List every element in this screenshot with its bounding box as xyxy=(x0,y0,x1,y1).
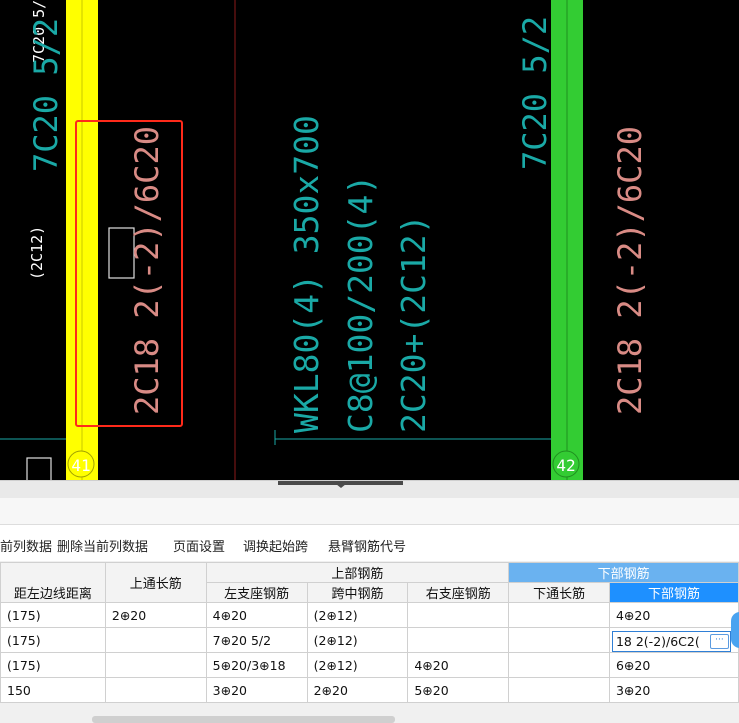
cell-left-seat[interactable]: 3⊕20 xyxy=(205,677,308,703)
table-header-row-1: 距左边线距离 上通长筋 上部钢筋 下部钢筋 xyxy=(0,562,739,603)
cell-lower[interactable]: 6⊕20 xyxy=(608,652,739,678)
cell-bottom-long[interactable] xyxy=(508,652,610,678)
axis-label-41: 41 xyxy=(71,456,90,475)
label-right-main: 2C18 2(-2)/6C20 xyxy=(611,126,649,415)
header-lower: 下部钢筋 xyxy=(608,582,739,603)
cell-left-seat[interactable]: 4⊕20 xyxy=(205,602,308,628)
floating-assistant-button[interactable] xyxy=(731,612,739,648)
axis-label-42: 42 xyxy=(556,456,575,475)
cell-dist[interactable]: 150 xyxy=(0,677,106,703)
cell-right-seat[interactable]: 4⊕20 xyxy=(407,652,510,678)
label-left-small: (2C12) xyxy=(28,226,46,280)
cell-dist[interactable]: (175) xyxy=(0,652,106,678)
header-left-dist: 距左边线距离 xyxy=(0,562,106,603)
label-mid-line2: C8@100/200(4) xyxy=(341,175,380,433)
label-mid-line1: WKL80(4) 350x700 xyxy=(287,115,326,433)
cell-top-long[interactable] xyxy=(104,652,207,678)
header-top-long: 上通长筋 xyxy=(104,562,207,603)
cell-right-seat[interactable] xyxy=(407,627,510,653)
table-row[interactable]: (175) 7⊕20 5/2 (2⊕12) 18 2(-2)/6C2( ··· xyxy=(0,627,739,653)
cell-left-seat[interactable]: 7⊕20 5/2 xyxy=(205,627,308,653)
cell-mid[interactable]: (2⊕12) xyxy=(306,627,409,653)
table-row[interactable]: (175) 2⊕20 4⊕20 (2⊕12) 4⊕20 xyxy=(0,602,739,628)
cell-lower-editing[interactable]: 18 2(-2)/6C2( ··· xyxy=(608,627,739,653)
label-left-main: 2C18 2(-2)/6C20 xyxy=(128,126,166,415)
cell-bottom-long[interactable] xyxy=(508,677,610,703)
toolbar-cantilever-code[interactable]: 悬臂钢筋代号 xyxy=(328,536,406,555)
cell-right-seat[interactable] xyxy=(407,602,510,628)
header-right-seat: 右支座钢筋 xyxy=(407,582,510,603)
header-bottom-long: 下通长筋 xyxy=(508,582,610,603)
cell-mid[interactable]: 2⊕20 xyxy=(306,677,409,703)
horizontal-scrollbar[interactable] xyxy=(92,716,395,723)
label-mid-line3: 2C20+(2C12) xyxy=(394,214,433,433)
cell-top-long[interactable] xyxy=(104,627,207,653)
cell-lower[interactable]: 4⊕20 xyxy=(608,602,739,628)
cell-dist[interactable]: (175) xyxy=(0,602,106,628)
toolbar-swap-span[interactable]: 调换起始跨 xyxy=(243,536,308,555)
table-toolbar: 前列数据 删除当前列数据 页面设置 调换起始跨 悬臂钢筋代号 xyxy=(0,525,739,561)
header-upper-group: 上部钢筋 xyxy=(205,562,510,583)
toolbar-page-setup[interactable]: 页面设置 xyxy=(173,536,225,555)
cell-mid[interactable]: (2⊕12) xyxy=(306,652,409,678)
cell-editor-text: 18 2(-2)/6C2( xyxy=(615,633,700,649)
cell-mid[interactable]: (2⊕12) xyxy=(306,602,409,628)
cad-canvas[interactable]: 41 42 7C20 5/2 7C20 5/2 (2C12) 2C18 2(-2… xyxy=(0,0,739,480)
collapse-handle[interactable] xyxy=(278,481,403,488)
cell-bottom-long[interactable] xyxy=(508,627,610,653)
cell-lower[interactable]: 3⊕20 xyxy=(608,677,739,703)
cell-editor-input[interactable]: 18 2(-2)/6C2( ··· xyxy=(611,630,731,652)
toolbar-delete-column[interactable]: 删除当前列数据 xyxy=(57,536,148,555)
header-lower-group: 下部钢筋 xyxy=(508,562,739,583)
rebar-table: 距左边线距离 上通长筋 上部钢筋 下部钢筋 左支座钢筋 跨中钢筋 右支座钢筋 下… xyxy=(0,562,739,703)
header-mid-span: 跨中钢筋 xyxy=(306,582,409,603)
small-square xyxy=(26,457,52,480)
panel-header xyxy=(0,498,739,525)
header-left-seat: 左支座钢筋 xyxy=(205,582,308,603)
cell-top-long[interactable]: 2⊕20 xyxy=(104,602,207,628)
label-right-col: 7C20 5/2 xyxy=(516,16,554,170)
cell-bottom-long[interactable] xyxy=(508,602,610,628)
table-row[interactable]: (175) 5⊕20/3⊕18 (2⊕12) 4⊕20 6⊕20 xyxy=(0,652,739,678)
label-left-col: 7C20 5/2 xyxy=(27,18,65,172)
drawing-area[interactable]: 41 42 7C20 5/2 7C20 5/2 (2C12) 2C18 2(-2… xyxy=(0,0,739,480)
panel-splitter[interactable] xyxy=(0,480,739,499)
cell-right-seat[interactable]: 5⊕20 xyxy=(407,677,510,703)
toolbar-insert-column[interactable]: 前列数据 xyxy=(0,536,52,555)
cell-top-long[interactable] xyxy=(104,677,207,703)
cell-dist[interactable]: (175) xyxy=(0,627,106,653)
table-row[interactable]: 150 3⊕20 2⊕20 5⊕20 3⊕20 xyxy=(0,677,739,703)
cell-left-seat[interactable]: 5⊕20/3⊕18 xyxy=(205,652,308,678)
ellipsis-button[interactable]: ··· xyxy=(709,633,729,649)
